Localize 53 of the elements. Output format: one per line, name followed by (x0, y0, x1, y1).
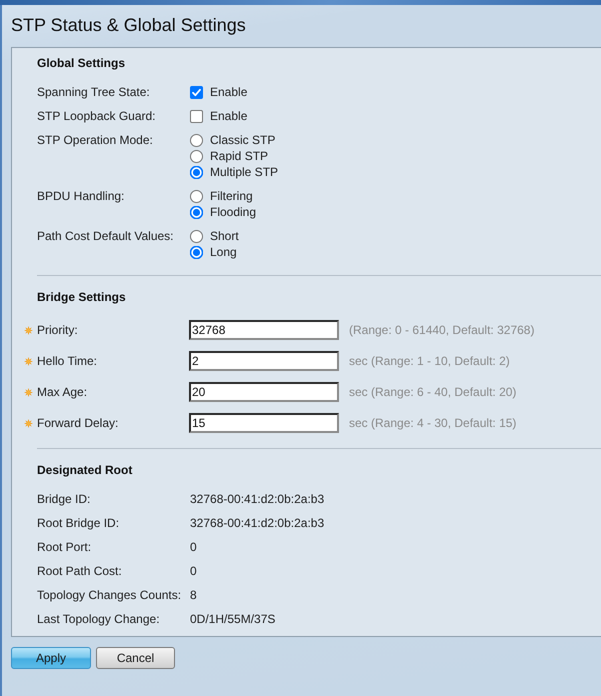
info-label: Root Port: (37, 539, 92, 555)
checkbox[interactable] (190, 86, 203, 98)
hint-text: sec (Range: 6 - 40, Default: 20) (349, 385, 516, 399)
input-field[interactable]: 20 (189, 382, 339, 402)
input-field[interactable]: 32768 (189, 320, 339, 340)
info-label: Root Path Cost: (37, 563, 123, 579)
radio-label: Filtering (210, 188, 253, 204)
info-value: 32768-00:41:d2:0b:2a:b3 (190, 515, 324, 531)
radio-label: Multiple STP (210, 164, 278, 180)
radio-label: Rapid STP (210, 148, 268, 164)
page-title: STP Status & Global Settings (11, 14, 247, 36)
field-label: STP Operation Mode: (37, 132, 154, 149)
radio-button[interactable] (190, 134, 203, 146)
info-label: Last Topology Change: (37, 611, 161, 627)
info-label: Topology Changes Counts: (37, 587, 182, 603)
info-value: 0 (190, 563, 197, 579)
checkbox-label: Enable (210, 84, 248, 100)
radio-label: Long (210, 244, 237, 260)
field-label: BPDU Handling: (37, 188, 126, 205)
info-label: Bridge ID: (37, 491, 92, 507)
info-value: 0 (190, 539, 197, 555)
field-label: Spanning Tree State: (37, 84, 151, 100)
field-label: Path Cost Default Values: (37, 228, 175, 245)
apply-button[interactable]: Apply (11, 647, 91, 669)
radio-label: Flooding (210, 204, 256, 220)
input-field[interactable]: 2 (189, 351, 339, 371)
radio-button[interactable] (190, 190, 203, 202)
field-label: Forward Delay: (37, 416, 120, 430)
radio-button[interactable] (190, 150, 203, 162)
info-value: 8 (190, 587, 197, 603)
hint-text: (Range: 0 - 61440, Default: 32768) (349, 323, 534, 337)
radio-button[interactable] (190, 166, 203, 178)
radio-label: Short (210, 228, 239, 244)
checkbox-label: Enable (210, 108, 248, 124)
hint-text: sec (Range: 1 - 10, Default: 2) (349, 354, 510, 368)
radio-button[interactable] (190, 230, 203, 242)
hint-text: sec (Range: 4 - 30, Default: 15) (349, 416, 516, 430)
info-label: Root Bridge ID: (37, 515, 120, 531)
info-value: 0D/1H/55M/37S (190, 611, 276, 627)
field-label: Max Age: (37, 385, 88, 399)
input-field[interactable]: 15 (189, 413, 339, 433)
field-label: Priority: (37, 323, 79, 337)
section-heading: Designated Root (37, 462, 134, 478)
radio-button[interactable] (190, 246, 203, 258)
cancel-button[interactable]: Cancel (96, 647, 175, 669)
section-heading: Bridge Settings (37, 289, 127, 305)
field-label: Hello Time: (37, 354, 98, 368)
info-value: 32768-00:41:d2:0b:2a:b3 (190, 491, 324, 507)
radio-button[interactable] (190, 206, 203, 218)
radio-label: Classic STP (210, 132, 276, 148)
field-label: STP Loopback Guard: (37, 108, 157, 124)
section-heading: Global Settings (37, 55, 126, 71)
checkbox[interactable] (190, 110, 203, 122)
